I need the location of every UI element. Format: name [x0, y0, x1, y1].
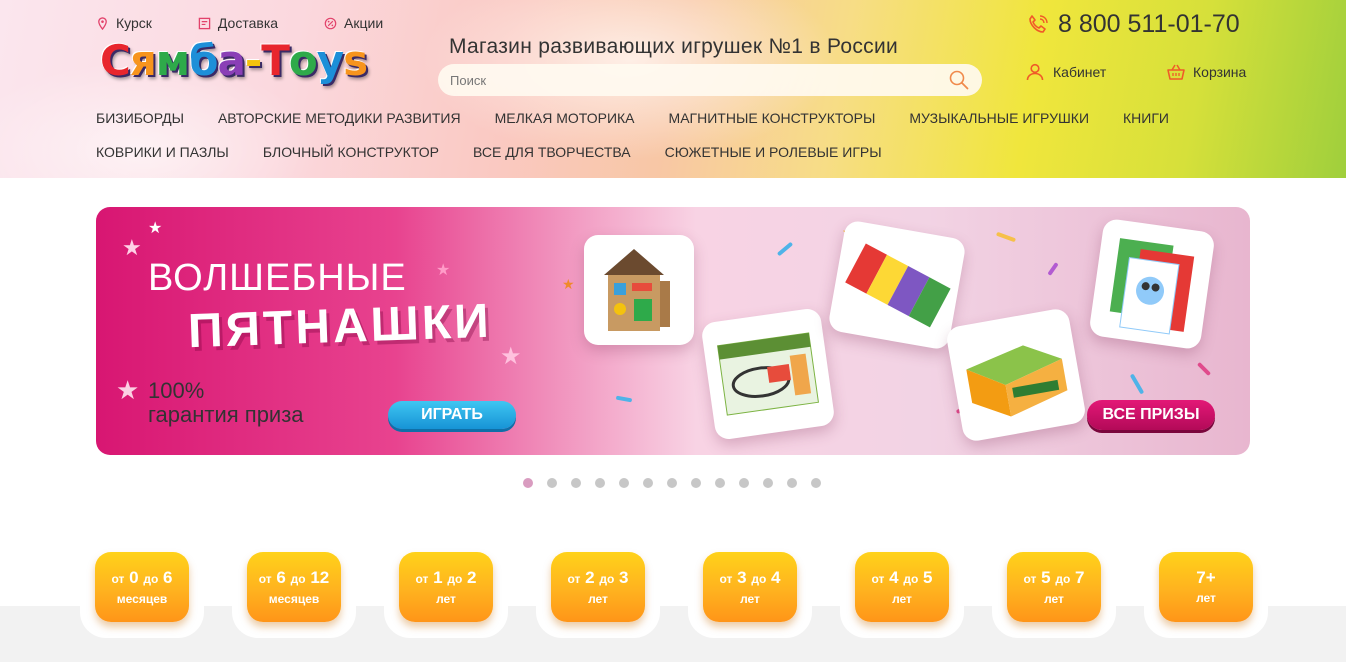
slider-dot[interactable]	[595, 478, 605, 488]
city-label: Курск	[116, 15, 152, 31]
slider-dot[interactable]	[763, 478, 773, 488]
age-filter-item: от 3 до 4 лет	[688, 540, 812, 640]
age-filter-7-plus-years[interactable]: 7+ лет	[1159, 552, 1253, 622]
star-decoration: ★	[116, 375, 140, 405]
confetti	[1129, 373, 1145, 395]
slider-dot[interactable]	[547, 478, 557, 488]
age-filter-5-7-years[interactable]: от 5 до 7 лет	[1007, 552, 1101, 622]
category-block-constructor[interactable]: Блочный конструктор	[263, 144, 439, 160]
star-decoration: ★	[122, 235, 142, 260]
promo-link[interactable]: Акции	[324, 15, 383, 31]
slider-dot[interactable]	[715, 478, 725, 488]
confetti	[615, 395, 633, 403]
category-author-methods[interactable]: Авторские методики развития	[218, 110, 461, 126]
slider-dot[interactable]	[787, 478, 797, 488]
prize-card-books[interactable]	[1088, 217, 1216, 351]
search-icon[interactable]	[948, 69, 970, 91]
slider-dot[interactable]	[811, 478, 821, 488]
account-link[interactable]: Кабинет	[1025, 62, 1106, 82]
prize-card-massage-mat[interactable]	[827, 219, 967, 351]
site-slogan: Магазин развивающих игрушек №1 в России	[449, 35, 899, 58]
category-magnetic-constructors[interactable]: Магнитные конструкторы	[669, 110, 876, 126]
cart-link[interactable]: Корзина	[1166, 62, 1246, 82]
phone-label: 8 800 511-01-70	[1058, 10, 1240, 38]
category-role-games[interactable]: Сюжетные и ролевые игры	[665, 144, 882, 160]
slider-dot[interactable]	[691, 478, 701, 488]
age-filter-item: от 2 до 3 лет	[536, 540, 660, 640]
wonderbox-image	[966, 345, 1068, 417]
category-books[interactable]: Книги	[1123, 110, 1169, 126]
age-filter-item: от 1 до 2 лет	[384, 540, 508, 640]
slider-dot[interactable]	[571, 478, 581, 488]
star-decoration: ★	[148, 220, 163, 237]
city-link[interactable]: Курск	[96, 15, 152, 31]
age-filter-2-3-years[interactable]: от 2 до 3 лет	[551, 552, 645, 622]
age-filters: от 0 до 6 месяцев от 6 до 12 месяцев от …	[80, 540, 1268, 640]
slider-dot[interactable]	[667, 478, 677, 488]
category-creativity[interactable]: Все для творчества	[473, 144, 631, 160]
delivery-link[interactable]: Доставка	[198, 15, 278, 31]
category-nav: Бизиборды Авторские методики развития Ме…	[96, 101, 1256, 169]
confetti	[995, 231, 1017, 243]
age-filter-item: от 4 до 5 лет	[840, 540, 964, 640]
category-busyboards[interactable]: Бизиборды	[96, 110, 184, 126]
star-decoration: ★	[500, 343, 522, 370]
phone-icon	[1029, 14, 1048, 33]
search-box	[438, 64, 982, 96]
top-links: Курск Доставка Акции	[96, 15, 429, 31]
age-filter-0-6-months[interactable]: от 0 до 6 месяцев	[95, 552, 189, 622]
guarantee-percent: 100%	[148, 378, 205, 403]
category-musical-toys[interactable]: Музыкальные игрушки	[909, 110, 1089, 126]
site-header: Курск Доставка Акции Сямба-Toys Магазин …	[0, 0, 1346, 178]
guarantee-text: гарантия приза	[148, 402, 304, 427]
age-filter-item: от 0 до 6 месяцев	[80, 540, 204, 640]
category-row: Бизиборды Авторские методики развития Ме…	[96, 101, 1256, 135]
basket-icon	[1167, 64, 1185, 80]
category-row: Коврики и пазлы Блочный конструктор Все …	[96, 135, 1256, 169]
cart-label: Корзина	[1193, 64, 1247, 80]
massage-mat-image	[845, 243, 951, 328]
confetti	[776, 241, 794, 257]
slider-dot[interactable]	[643, 478, 653, 488]
age-filter-item: от 6 до 12 месяцев	[232, 540, 356, 640]
confetti	[1047, 262, 1059, 276]
railway-set-image	[717, 332, 819, 416]
delivery-icon	[198, 17, 211, 29]
age-filter-1-2-years[interactable]: от 1 до 2 лет	[399, 552, 493, 622]
delivery-label: Доставка	[217, 15, 279, 31]
age-filter-4-5-years[interactable]: от 4 до 5 лет	[855, 552, 949, 622]
prize-card-railway[interactable]	[700, 307, 836, 441]
category-fine-motor[interactable]: Мелкая моторика	[495, 110, 635, 126]
star-decoration: ★	[436, 262, 451, 279]
search-input[interactable]	[450, 72, 948, 88]
age-filter-item: 7+ лет	[1144, 540, 1268, 640]
age-filter-6-12-months[interactable]: от 6 до 12 месяцев	[247, 552, 341, 622]
user-icon	[1026, 63, 1044, 81]
site-logo[interactable]: Сямба-Toys	[100, 40, 368, 82]
slider-dot[interactable]	[523, 478, 533, 488]
banner-title-line1: ВОЛШЕБНЫЕ	[148, 257, 407, 299]
category-mats-puzzles[interactable]: Коврики и пазлы	[96, 144, 229, 160]
age-filter-3-4-years[interactable]: от 3 до 4 лет	[703, 552, 797, 622]
location-pin-icon	[98, 16, 107, 30]
slider-dot[interactable]	[619, 478, 629, 488]
account-label: Кабинет	[1053, 64, 1107, 80]
prize-card-wonderbox[interactable]	[944, 307, 1088, 443]
star-decoration: ★	[562, 276, 575, 292]
age-filter-item: от 5 до 7 лет	[992, 540, 1116, 640]
discount-icon	[324, 17, 337, 29]
play-button[interactable]: ИГРАТЬ	[388, 401, 516, 429]
books-image	[1109, 238, 1195, 335]
phone-number[interactable]: 8 800 511-01-70	[1026, 10, 1240, 39]
promo-label: Акции	[344, 15, 384, 31]
all-prizes-button[interactable]: ВСЕ ПРИЗЫ	[1087, 400, 1215, 430]
busyboard-house-image	[604, 249, 670, 331]
banner-guarantee: 100% гарантия приза	[148, 379, 304, 427]
prize-card-busyboard[interactable]	[584, 235, 694, 345]
slider-dot[interactable]	[739, 478, 749, 488]
banner-title-line2: ПЯТНАШКИ	[187, 294, 493, 359]
promo-banner[interactable]: ★ ★ ★ ★ ★ ★ ★ ВОЛШЕБНЫЕ ПЯТНАШКИ 100% га…	[96, 207, 1250, 455]
slider-dots	[523, 478, 821, 488]
confetti	[1196, 361, 1212, 377]
